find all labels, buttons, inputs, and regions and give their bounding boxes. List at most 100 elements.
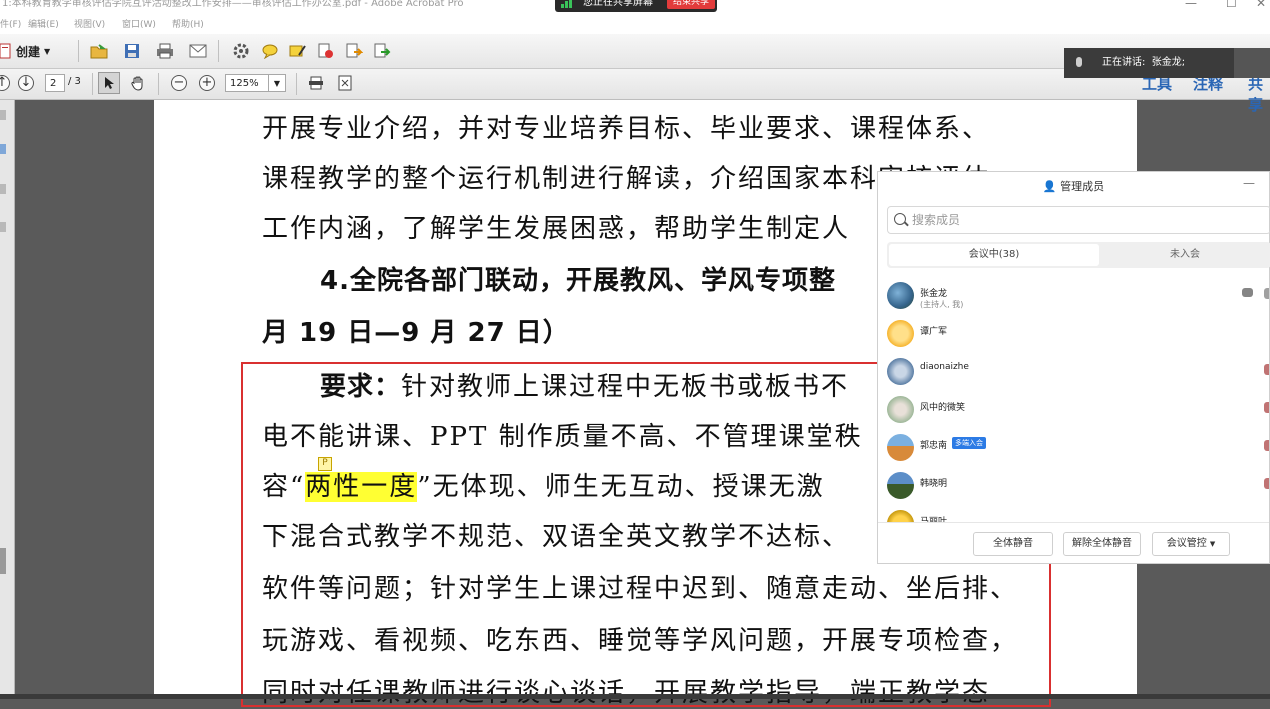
menu-view[interactable]: 视图(V) bbox=[74, 16, 105, 34]
minimize-panel-icon[interactable]: — bbox=[1243, 176, 1255, 190]
panel-footer: 全体静音 解除全体静音 会议管控 ▼ bbox=[878, 522, 1269, 565]
avatar bbox=[887, 396, 914, 423]
menu-help[interactable]: 帮助(H) bbox=[172, 16, 204, 34]
separator bbox=[78, 40, 79, 62]
email-icon[interactable] bbox=[187, 40, 209, 62]
search-icon bbox=[894, 213, 906, 225]
speaker-name: 张金龙; bbox=[1151, 57, 1186, 68]
member-row[interactable]: 马丽叶 bbox=[878, 506, 1269, 522]
member-list: 张金龙 (主持人, 我) 谭广军 diaonaizhe 风中的微笑 郭忠南 多端… bbox=[878, 278, 1269, 522]
requirement-label: 要求： bbox=[320, 372, 402, 402]
panel-title: 管理成员 bbox=[1060, 180, 1105, 193]
mic-muted-icon[interactable] bbox=[1264, 478, 1269, 489]
title-bar: 1:本科教育教学审核评估学院互评活动整改工作安排——审核评估工作办公室.pdf … bbox=[0, 0, 1270, 16]
zoom-in-icon[interactable]: + bbox=[199, 75, 215, 91]
create-button[interactable]: 创建 ▼ bbox=[0, 41, 50, 61]
highlighted-text[interactable]: 两性一度 bbox=[305, 472, 418, 502]
search-member-input[interactable]: 搜索成员 bbox=[887, 206, 1270, 234]
signal-icon bbox=[561, 0, 573, 8]
doc-line: 容“两性一度”无体现、师生无互动、授课无激 bbox=[262, 466, 825, 503]
menu-window[interactable]: 窗口(W) bbox=[122, 16, 156, 34]
close-icon[interactable]: ✕ bbox=[1256, 0, 1266, 9]
avatar bbox=[887, 320, 914, 347]
panel-header: 👤 管理成员 bbox=[878, 178, 1269, 194]
menu-edit[interactable]: 编辑(E) bbox=[28, 16, 59, 34]
print-icon[interactable] bbox=[154, 40, 176, 62]
mic-muted-icon[interactable] bbox=[1264, 440, 1269, 451]
mic-icon[interactable] bbox=[1264, 288, 1269, 299]
open-folder-icon[interactable] bbox=[88, 40, 110, 62]
maximize-icon[interactable]: ☐ bbox=[1226, 0, 1237, 9]
share-tab[interactable]: 共享 bbox=[1248, 73, 1270, 115]
doc-heading-cont: 月 19 日—9 月 27 日） bbox=[262, 318, 570, 348]
tab-in-meeting[interactable]: 会议中(38) bbox=[889, 244, 1099, 266]
minimize-icon[interactable]: — bbox=[1185, 0, 1197, 9]
bookmarks-panel-icon[interactable] bbox=[0, 144, 6, 154]
member-row[interactable]: 谭广军 bbox=[878, 316, 1269, 354]
meeting-control-button[interactable]: 会议管控 ▼ bbox=[1152, 532, 1230, 556]
end-share-button[interactable]: 结束共享 bbox=[667, 0, 715, 9]
doc-text: 容“ bbox=[262, 472, 306, 502]
mic-muted-icon[interactable] bbox=[1264, 364, 1269, 375]
page-number-input[interactable]: 2 bbox=[45, 74, 65, 92]
select-cursor-icon[interactable] bbox=[98, 72, 120, 94]
signatures-panel-icon[interactable] bbox=[0, 184, 6, 194]
gear-icon[interactable] bbox=[230, 40, 252, 62]
pages-panel-icon[interactable] bbox=[0, 110, 6, 120]
import-doc-icon[interactable] bbox=[371, 40, 393, 62]
doc-line: 玩游戏、看视频、吃东西、睡觉等学风问题，开展专项检查， bbox=[262, 626, 1019, 656]
zoom-out-icon[interactable]: − bbox=[171, 75, 187, 91]
separator bbox=[218, 40, 219, 62]
fit-width-icon[interactable] bbox=[305, 72, 327, 94]
mic-muted-icon[interactable] bbox=[1264, 402, 1269, 413]
doc-line: 下混合式教学不规范、双语全英文教学不达标、 bbox=[262, 522, 851, 552]
zoom-dropdown-icon[interactable]: ▼ bbox=[268, 74, 286, 92]
tab-not-joined[interactable]: 未入会 bbox=[1101, 244, 1269, 266]
page-total: / 3 bbox=[68, 76, 81, 87]
doc-text: ”无体现、师生无互动、授课无激 bbox=[417, 472, 825, 502]
avatar bbox=[887, 434, 914, 461]
doc-line: 工作内涵，了解学生发展困惑，帮助学生制定人 bbox=[262, 214, 851, 244]
zoom-input[interactable]: 125% bbox=[225, 74, 269, 92]
window-bottom-edge bbox=[0, 694, 1270, 699]
member-name: 谭广军 bbox=[920, 327, 948, 337]
avatar bbox=[887, 510, 914, 522]
window-title: 1:本科教育教学审核评估学院互评活动整改工作安排——审核评估工作办公室.pdf … bbox=[2, 0, 464, 9]
member-row[interactable]: 风中的微笑 bbox=[878, 392, 1269, 430]
member-row[interactable]: 张金龙 (主持人, 我) bbox=[878, 278, 1269, 316]
prev-page-icon[interactable]: ↑ bbox=[0, 75, 10, 91]
create-doc-icon bbox=[0, 43, 11, 59]
create-label: 创建 bbox=[16, 44, 41, 59]
speaking-indicator: 正在讲话: 张金龙; bbox=[1064, 48, 1270, 78]
separator bbox=[92, 73, 93, 95]
member-row[interactable]: 郭忠南 多端入会 bbox=[878, 430, 1269, 468]
member-name: diaonaizhe bbox=[920, 362, 969, 372]
save-icon[interactable] bbox=[121, 40, 143, 62]
comment-icon[interactable] bbox=[259, 40, 281, 62]
avatar bbox=[887, 472, 914, 499]
member-row[interactable]: 韩晓明 bbox=[878, 468, 1269, 506]
search-placeholder: 搜索成员 bbox=[912, 213, 961, 227]
menu-file[interactable]: 件(F) bbox=[0, 16, 21, 34]
export-doc-icon[interactable] bbox=[343, 40, 365, 62]
screen-share-icon[interactable] bbox=[1242, 288, 1253, 297]
member-row[interactable]: diaonaizhe bbox=[878, 354, 1269, 392]
chevron-down-icon: ▼ bbox=[44, 46, 51, 56]
mute-all-button[interactable]: 全体静音 bbox=[973, 532, 1053, 556]
attachments-panel-icon[interactable] bbox=[0, 222, 6, 232]
unmute-all-button[interactable]: 解除全体静音 bbox=[1063, 532, 1141, 556]
fit-page-icon[interactable] bbox=[334, 72, 356, 94]
requirement-text: 针对教师上课过程中无板书或板书不 bbox=[401, 372, 850, 402]
speaking-text: 正在讲话: 张金龙; bbox=[1102, 48, 1185, 78]
microphone-icon bbox=[1076, 57, 1082, 67]
meeting-control-label: 会议管控 bbox=[1166, 538, 1207, 549]
member-name: 郭忠南 bbox=[920, 441, 948, 451]
doc-heading: 4.全院各部门联动，开展教风、学风专项整 bbox=[320, 266, 836, 296]
next-page-icon[interactable]: ↓ bbox=[18, 75, 34, 91]
delete-doc-icon[interactable] bbox=[315, 40, 337, 62]
highlight-icon[interactable] bbox=[287, 40, 309, 62]
hand-tool-icon[interactable] bbox=[127, 72, 149, 94]
panel-toggle-handle[interactable] bbox=[0, 548, 6, 574]
multi-device-badge: 多端入会 bbox=[952, 437, 986, 449]
chevron-down-icon: ▼ bbox=[1209, 540, 1216, 548]
